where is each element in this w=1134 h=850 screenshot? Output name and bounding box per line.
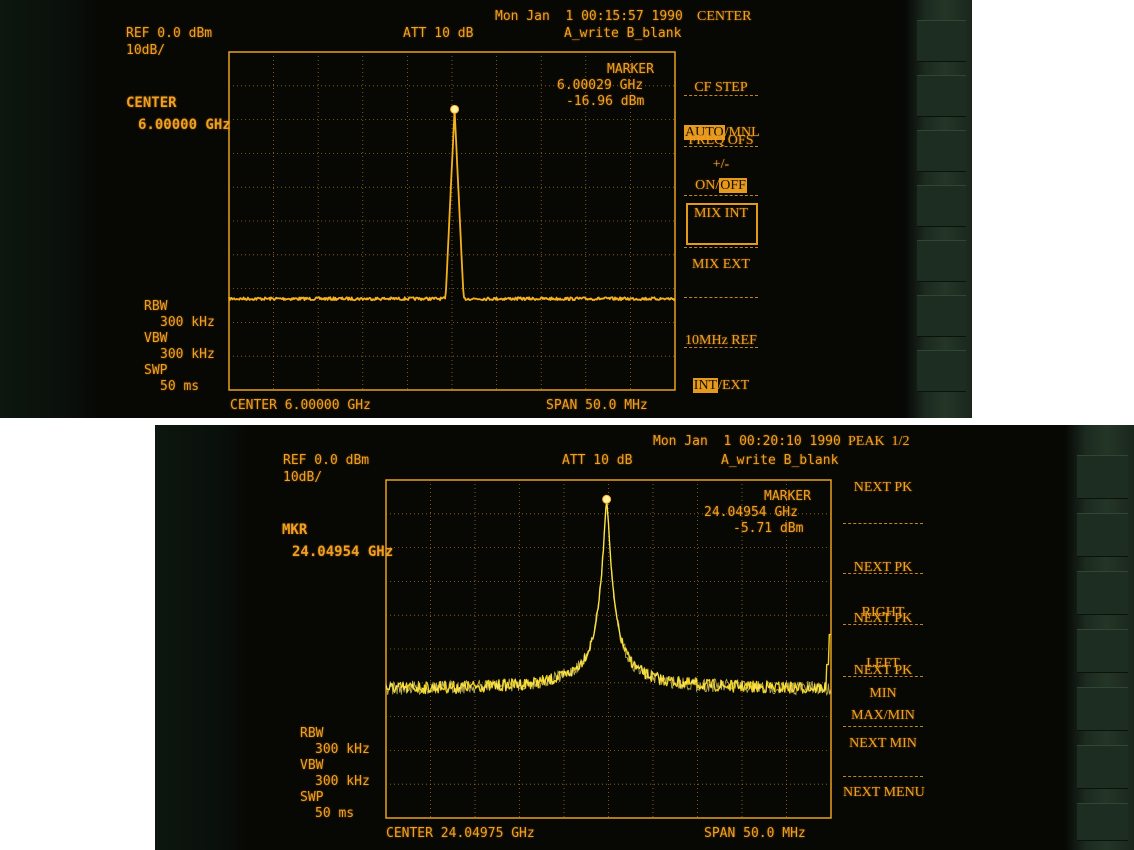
scale-per-div: 10dB/ — [126, 43, 166, 58]
softkey-next-pk[interactable]: NEXT PK — [843, 481, 923, 495]
rbw-value: 300 kHz — [315, 742, 370, 757]
active-function-value: 24.04954 GHz — [292, 544, 394, 560]
rbw-label: RBW — [300, 726, 324, 741]
ref-level: REF 0.0 dBm — [126, 26, 213, 41]
vbw-label: VBW — [144, 331, 168, 346]
marker-title: MARKER — [764, 489, 811, 504]
active-function-value: 6.00000 GHz — [138, 117, 231, 133]
bezel-button[interactable] — [917, 350, 966, 392]
bezel-button[interactable] — [917, 185, 966, 227]
swp-value: 50 ms — [315, 806, 355, 821]
softkey-10mhz-ref-title: 10MHz REF — [685, 333, 757, 348]
datetime: Mon Jan 1 00:20:10 1990 — [653, 434, 841, 449]
marker-frequency: 24.04954 GHz — [704, 505, 798, 520]
swp-label: SWP — [144, 363, 168, 378]
marker-amplitude: -16.96 dBm — [566, 94, 645, 109]
softkey-min[interactable]: MIN — [843, 687, 923, 701]
marker-frequency: 6.00029 GHz — [557, 78, 644, 93]
datetime: Mon Jan 1 00:15:57 1990 — [495, 9, 683, 24]
attenuation: ATT 10 dB — [562, 453, 633, 468]
bezel-button[interactable] — [1077, 803, 1128, 841]
ref-level: REF 0.0 dBm — [283, 453, 370, 468]
active-function-label: MKR — [282, 522, 308, 538]
ref-int: INT — [692, 378, 719, 393]
bezel-button[interactable] — [917, 130, 966, 172]
softkey-divider — [684, 247, 758, 248]
scale-per-div: 10dB/ — [283, 470, 323, 485]
softkey-cf-step-title: CF STEP — [694, 80, 748, 95]
softkey-divider — [843, 776, 923, 777]
softkey-divider — [843, 624, 923, 625]
vbw-value: 300 kHz — [160, 347, 215, 362]
bezel-button[interactable] — [1077, 455, 1128, 499]
footer-center: CENTER 6.00000 GHz — [230, 398, 371, 413]
softkey-divider — [684, 95, 758, 96]
footer-span: SPAN 50.0 MHz — [546, 398, 648, 413]
softkey-divider — [843, 573, 923, 574]
bezel-button[interactable] — [917, 295, 966, 337]
freq-ofs-on: ON — [695, 178, 716, 193]
vbw-label: VBW — [300, 758, 324, 773]
softkey-10mhz-ref[interactable]: 10MHz REF INT/EXT — [684, 306, 758, 418]
marker-dot — [602, 494, 612, 504]
right-bezel — [905, 0, 972, 418]
rbw-value: 300 kHz — [160, 315, 215, 330]
active-function-label: CENTER — [126, 95, 177, 111]
rbw-label: RBW — [144, 299, 168, 314]
menu-title: PEAK 1/2 — [848, 434, 910, 449]
marker-title: MARKER — [607, 62, 654, 77]
ref-ext: EXT — [722, 378, 750, 393]
softkey-mix-ext[interactable]: MIX EXT — [684, 258, 758, 272]
marker-amplitude: -5.71 dBm — [733, 521, 804, 536]
bezel-button[interactable] — [917, 240, 966, 282]
footer-center: CENTER 24.04975 GHz — [386, 826, 535, 841]
right-bezel — [1065, 425, 1134, 850]
softkey-divider — [843, 523, 923, 524]
softkey-plus-minus[interactable]: +/- — [684, 158, 758, 172]
analyzer-screen-top: Mon Jan 1 00:15:57 1990 CENTER REF 0.0 d… — [0, 0, 972, 418]
left-bezel — [0, 0, 100, 418]
attenuation: ATT 10 dB — [403, 26, 474, 41]
swp-label: SWP — [300, 790, 324, 805]
bezel-button[interactable] — [1077, 745, 1128, 789]
marker-dot — [450, 104, 460, 114]
footer-span: SPAN 50.0 MHz — [704, 826, 806, 841]
softkey-divider — [684, 195, 758, 196]
bezel-button[interactable] — [1077, 687, 1128, 731]
softkey-divider — [684, 297, 758, 298]
vbw-value: 300 kHz — [315, 774, 370, 789]
bezel-button[interactable] — [1077, 629, 1128, 673]
bezel-button[interactable] — [1077, 513, 1128, 557]
menu-title: CENTER — [697, 9, 752, 24]
left-bezel — [155, 425, 250, 850]
softkey-next-menu[interactable]: NEXT MENU — [843, 786, 925, 800]
trace-modes: A_write B_blank — [564, 26, 682, 41]
bezel-button[interactable] — [917, 75, 966, 117]
softkey-divider — [684, 146, 758, 147]
softkey-divider — [684, 347, 758, 348]
softkey-next-min[interactable]: NEXT MIN — [843, 737, 923, 751]
softkey-divider — [843, 676, 923, 677]
bezel-button[interactable] — [917, 20, 966, 62]
trace-modes: A_write B_blank — [721, 453, 839, 468]
softkey-divider — [843, 726, 923, 727]
bezel-button[interactable] — [1077, 571, 1128, 615]
freq-ofs-off: OFF — [719, 178, 747, 193]
softkey-mix-int[interactable]: MIX INT — [684, 207, 758, 221]
swp-value: 50 ms — [160, 379, 200, 394]
analyzer-screen-bottom: Mon Jan 1 00:20:10 1990 PEAK 1/2 REF 0.0… — [155, 425, 1134, 850]
